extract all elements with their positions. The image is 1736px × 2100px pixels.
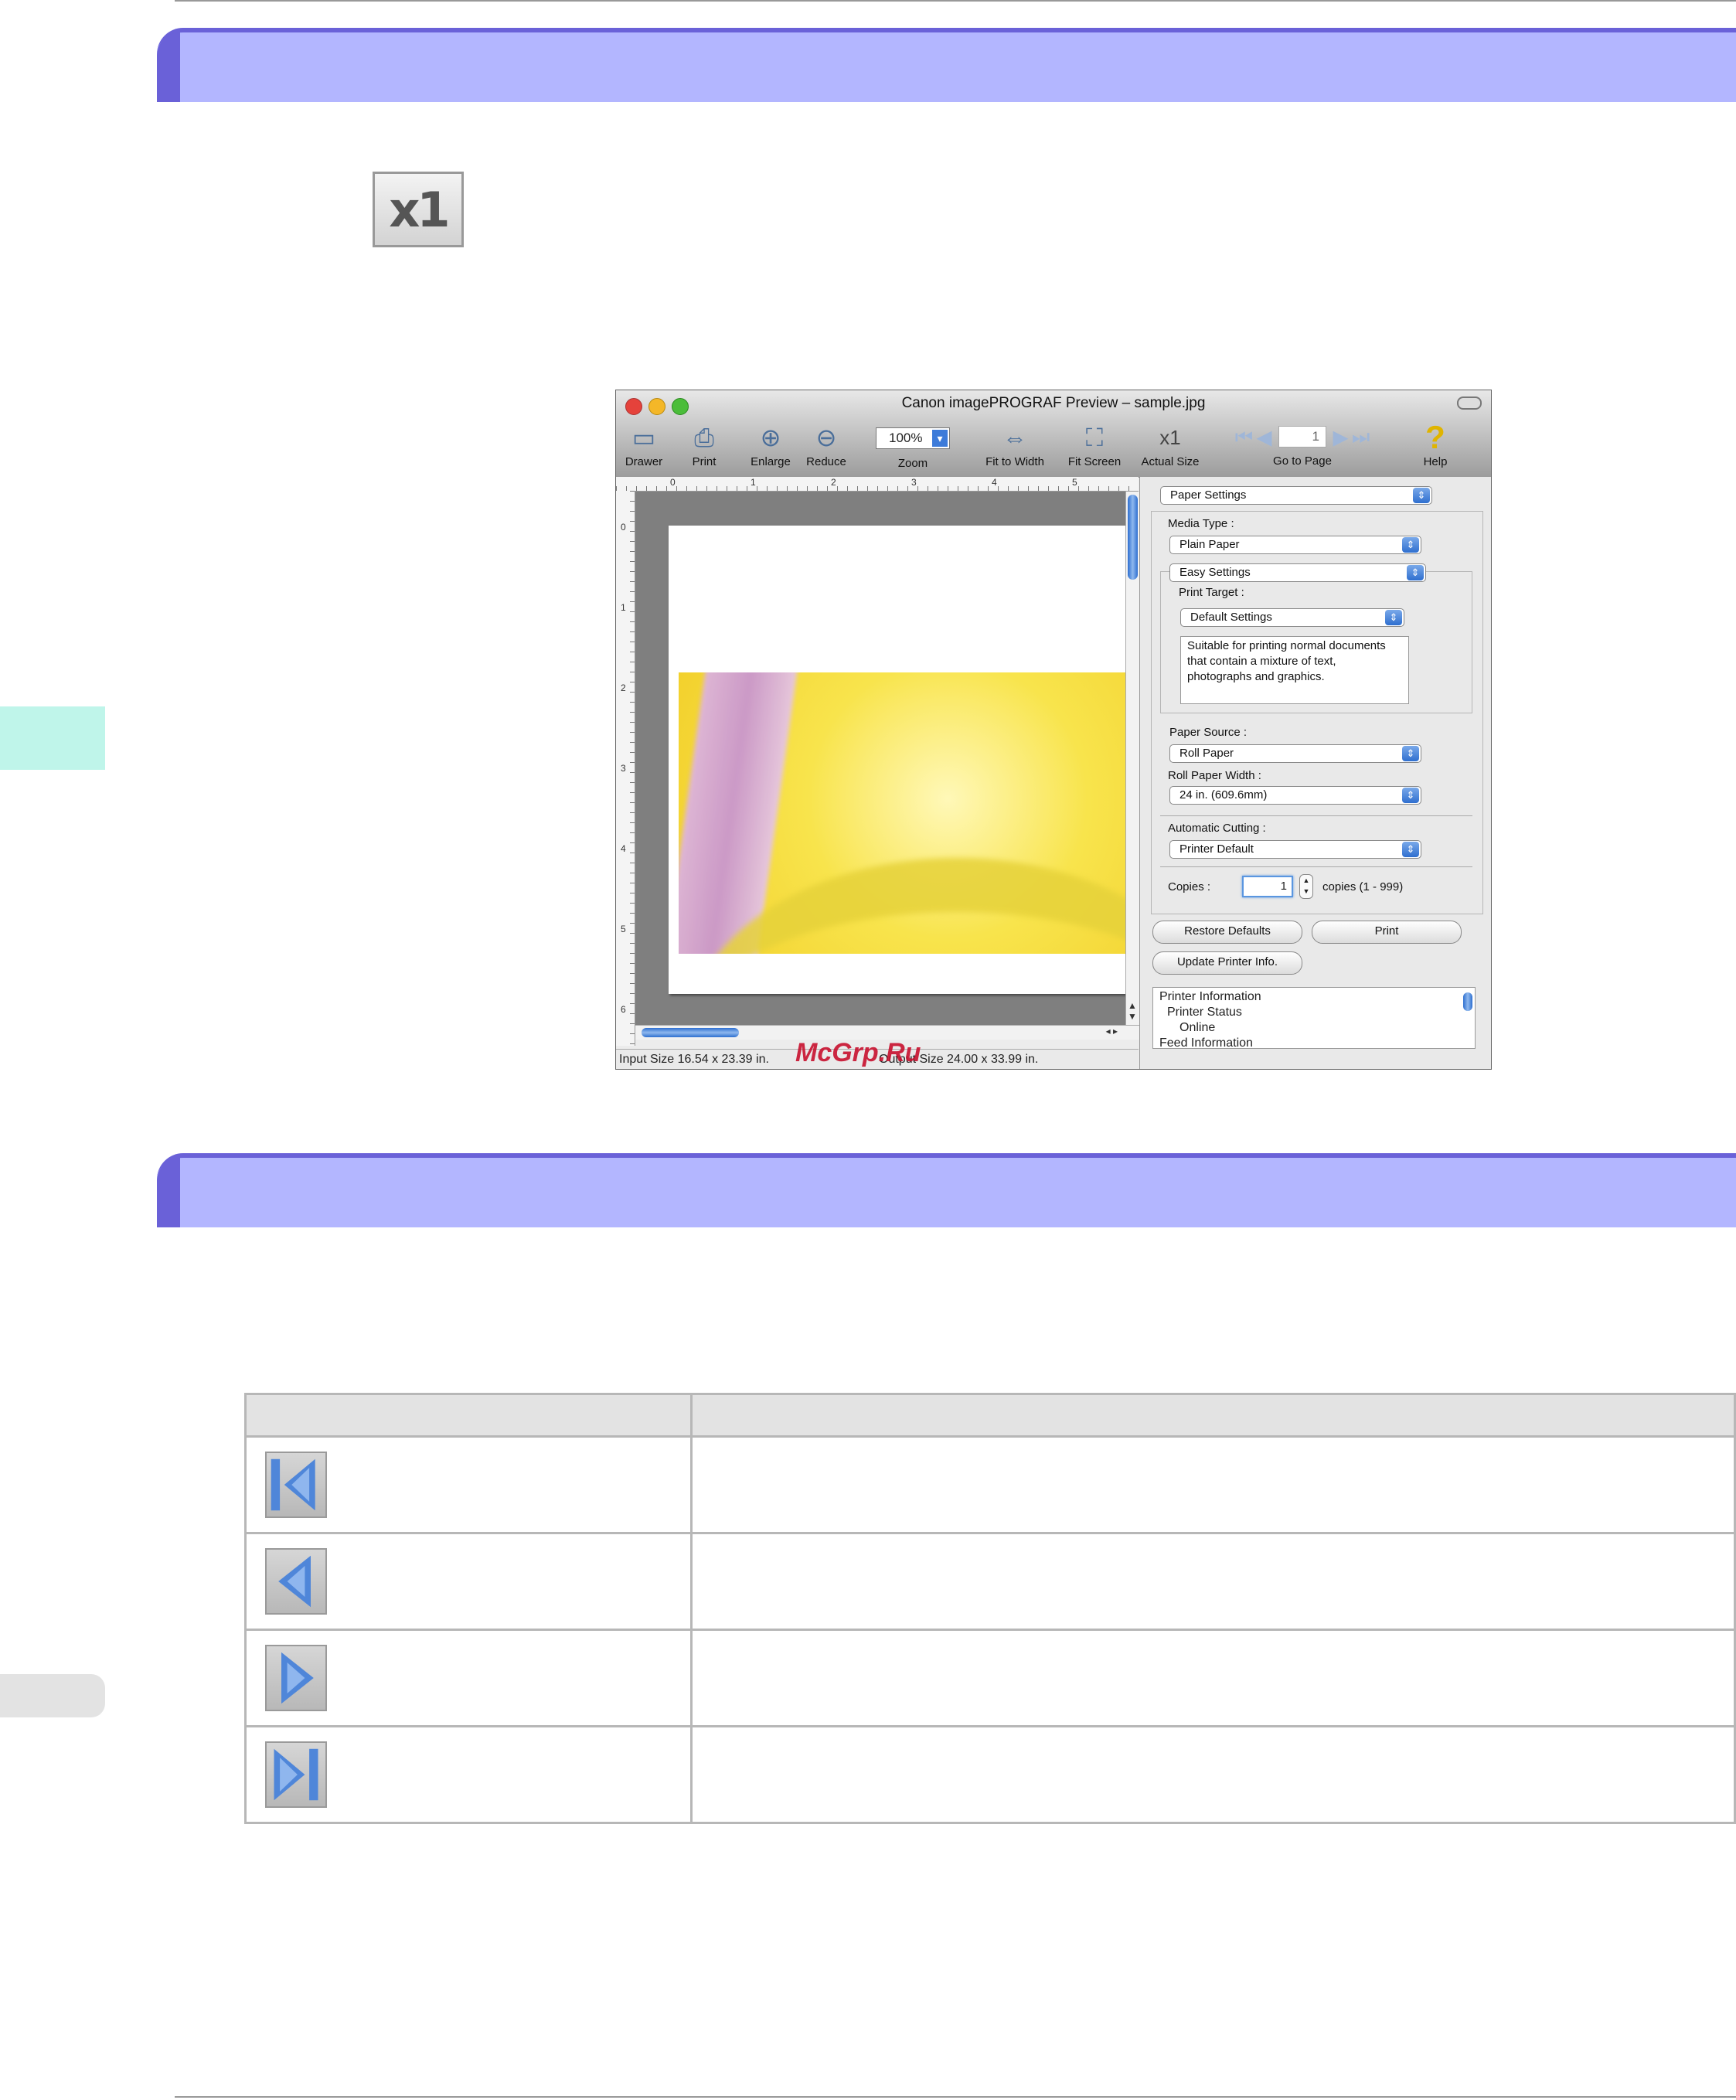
zoom-in-icon: ⊕	[760, 424, 781, 451]
fit-screen-button[interactable]: ⛶ Fit Screen	[1061, 423, 1128, 474]
zoom-select[interactable]: 100%	[876, 427, 950, 449]
section-heading-bar-2	[157, 1153, 1736, 1227]
settings-mode-select[interactable]: Easy Settings	[1169, 563, 1426, 582]
horizontal-scroll-arrows[interactable]: ◂ ▸	[1106, 1026, 1118, 1036]
preview-canvas[interactable]	[635, 492, 1127, 1025]
copies-field[interactable]: 1	[1242, 876, 1293, 897]
previous-page-icon	[265, 1548, 327, 1615]
actual-size-button[interactable]: x1 Actual Size	[1134, 423, 1207, 474]
input-size-text: Input Size 16.54 x 23.39 in.	[619, 1053, 769, 1066]
table-cell	[690, 1532, 1736, 1631]
actual-size-glyph-icon: x1	[1159, 426, 1181, 449]
table-header-cell	[244, 1393, 693, 1438]
top-rule	[175, 0, 1736, 2]
table-cell	[690, 1435, 1736, 1534]
bottom-rule	[175, 2096, 1736, 2098]
media-type-select[interactable]: Plain Paper	[1169, 536, 1421, 554]
info-line: Printer Information	[1159, 990, 1261, 1003]
sheet-select[interactable]: Paper Settings	[1160, 486, 1432, 505]
section-heading-bar	[157, 28, 1736, 102]
print-toolbar-button[interactable]: ⎙ Print	[684, 423, 724, 474]
table-row	[244, 1725, 1736, 1824]
last-page-toolbar-icon[interactable]: ⏭	[1352, 425, 1370, 448]
first-page-toolbar-icon[interactable]: ⏮	[1235, 425, 1253, 448]
first-page-icon	[265, 1452, 327, 1518]
table-row	[244, 1435, 1736, 1534]
vertical-ruler: 0 1 2 3 4 5 6	[616, 491, 635, 1046]
printer-info-list[interactable]: Printer Information Printer Status Onlin…	[1152, 987, 1476, 1050]
printer-icon: ⎙	[694, 424, 714, 451]
paper-source-select[interactable]: Roll Paper	[1169, 744, 1421, 763]
watermark-text: McGrp.Ru	[795, 1038, 921, 1067]
preview-window: Canon imagePROGRAF Preview – sample.jpg …	[615, 390, 1492, 1070]
enlarge-button[interactable]: ⊕ Enlarge	[746, 423, 795, 474]
info-line: Printer Status	[1167, 1006, 1242, 1019]
help-icon: ?	[1425, 419, 1445, 455]
table-cell	[690, 1629, 1736, 1727]
info-line: Feed Information	[1159, 1036, 1253, 1050]
page-number-field[interactable]: 1	[1278, 426, 1326, 448]
roll-width-select[interactable]: 24 in. (609.6mm)	[1169, 786, 1421, 805]
table-header-row	[244, 1393, 1736, 1438]
restore-defaults-button[interactable]: Restore Defaults	[1152, 921, 1302, 944]
vertical-scroll-thumb[interactable]	[1128, 495, 1138, 580]
drawer-button[interactable]: ▭ Drawer	[621, 423, 667, 474]
info-line: Online	[1179, 1021, 1216, 1034]
fit-to-width-button[interactable]: ⇔ Fit to Width	[976, 423, 1054, 474]
table-row	[244, 1629, 1736, 1727]
print-button[interactable]: Print	[1312, 921, 1462, 944]
print-target-select[interactable]: Default Settings	[1180, 608, 1404, 627]
next-page-icon	[265, 1645, 327, 1711]
copies-stepper[interactable]: ▲ ▼	[1299, 874, 1313, 899]
fit-width-icon: ⇔	[1002, 424, 1027, 451]
drawer-icon: ▭	[631, 424, 656, 451]
window-title: Canon imagePROGRAF Preview – sample.jpg	[901, 395, 1206, 411]
previous-page-toolbar-icon[interactable]: ◀	[1257, 425, 1272, 448]
table-row	[244, 1532, 1736, 1631]
horizontal-scroll-thumb[interactable]	[642, 1028, 739, 1037]
horizontal-ruler: 0 1 2 3 4 5	[616, 477, 1139, 492]
print-target-description: Suitable for printing normal documents t…	[1180, 636, 1409, 704]
vertical-scrollbar[interactable]: ▲ ▼	[1125, 492, 1140, 1025]
window-titlebar: Canon imagePROGRAF Preview – sample.jpg …	[616, 390, 1491, 478]
next-page-toolbar-icon[interactable]: ▶	[1333, 425, 1348, 448]
scroll-arrows[interactable]: ▲ ▼	[1128, 1000, 1137, 1022]
fit-screen-icon: ⛶	[1085, 424, 1104, 451]
preview-page	[669, 526, 1127, 994]
auto-cut-select[interactable]: Printer Default	[1169, 840, 1421, 859]
preview-photo	[679, 672, 1127, 954]
go-to-page-control: ⏮ ◀ 1 ▶ ⏭ Go to Page	[1234, 424, 1370, 468]
reduce-button[interactable]: ⊖ Reduce	[803, 423, 849, 474]
chapter-side-tab	[0, 706, 105, 770]
table-cell	[690, 1725, 1736, 1824]
chapter-side-tab-2	[0, 1674, 105, 1717]
info-scrollbar[interactable]	[1462, 989, 1473, 1047]
last-page-icon	[265, 1741, 327, 1808]
zoom-out-icon: ⊖	[815, 424, 837, 451]
help-button[interactable]: ? Help	[1412, 419, 1459, 474]
zoom-control: 100% Zoom	[874, 423, 951, 474]
actual-size-icon: x1	[373, 172, 464, 247]
settings-panel: Paper Settings Media Type : Plain Paper …	[1139, 477, 1491, 1069]
page-navigation-table	[244, 1393, 1736, 1824]
table-header-cell	[690, 1393, 1736, 1438]
update-printer-info-button[interactable]: Update Printer Info.	[1152, 951, 1302, 975]
